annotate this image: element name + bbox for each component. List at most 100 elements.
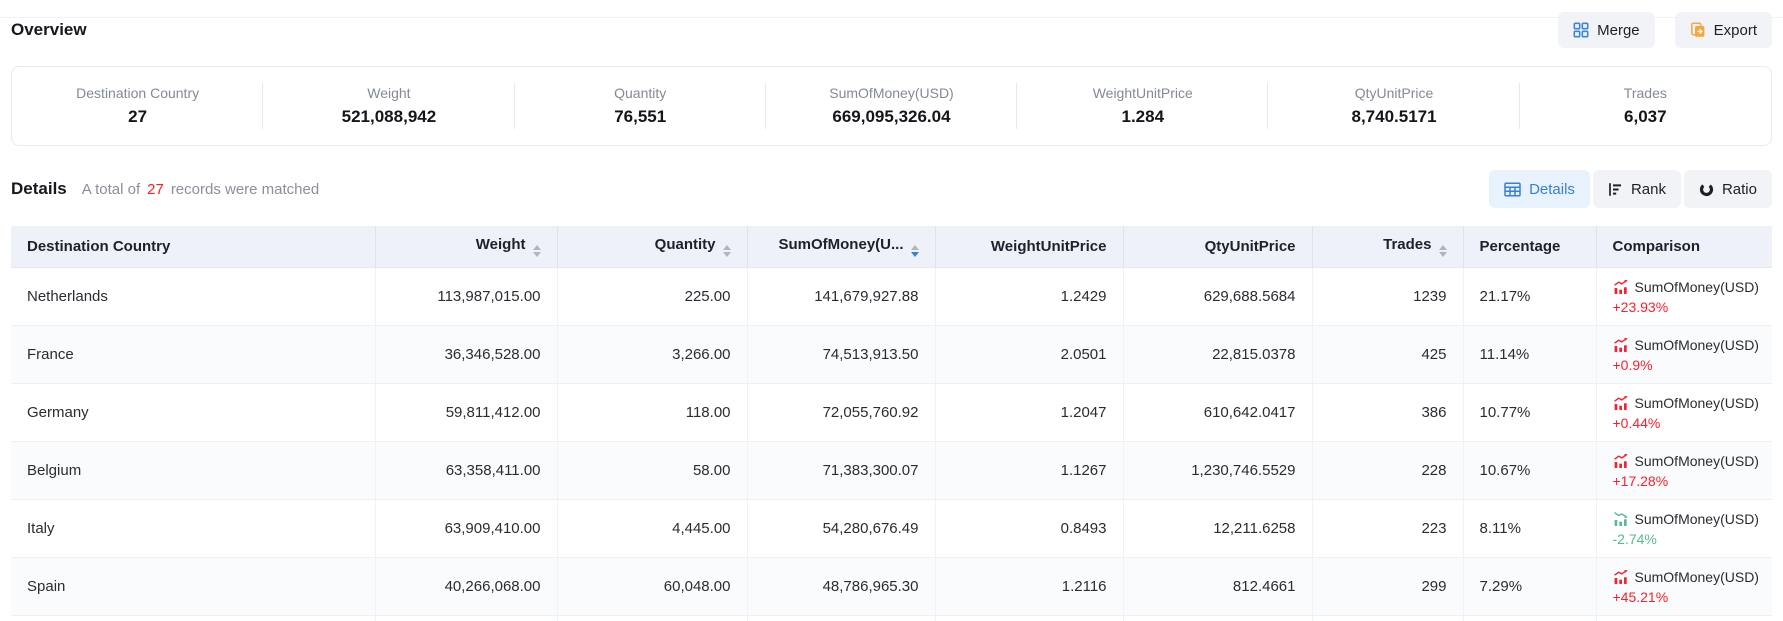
stat-value: 1.284: [1121, 107, 1164, 127]
column-header-percentage: Percentage: [1463, 226, 1596, 268]
cell-percentage: 11.14%: [1463, 326, 1596, 384]
cell-empty: [11, 616, 375, 621]
donut-icon: [1699, 182, 1714, 197]
stat-label: WeightUnitPrice: [1093, 85, 1193, 101]
sort-desc-icon: [1439, 252, 1447, 257]
sort-carets[interactable]: [723, 245, 731, 257]
table-row-partial: [11, 616, 1772, 621]
view-button-ratio[interactable]: Ratio: [1684, 170, 1772, 208]
column-header-label: SumOfMoney(U...: [778, 236, 903, 253]
cell-weight: 63,909,410.00: [375, 500, 557, 558]
comparison-delta: +23.93%: [1613, 299, 1757, 315]
comparison-metric: SumOfMoney(USD): [1635, 279, 1759, 295]
cell-trades: 425: [1312, 326, 1463, 384]
cell-qty-unit-price: 22,815.0378: [1123, 326, 1312, 384]
sort-asc-icon: [533, 245, 541, 250]
overview-stat-qtyunitprice: QtyUnitPrice8,740.5171: [1268, 85, 1519, 127]
column-header-destination-country: Destination Country: [11, 226, 375, 268]
cell-qty-unit-price: 812.4661: [1123, 558, 1312, 616]
cell-quantity: 60,048.00: [557, 558, 747, 616]
column-header-label: Trades: [1383, 236, 1431, 253]
table-row: France36,346,528.003,266.0074,513,913.50…: [11, 326, 1772, 384]
cell-sum-of-money: 71,383,300.07: [747, 442, 935, 500]
rank-bars-icon: [1608, 182, 1623, 197]
merge-icon: [1573, 22, 1589, 38]
stat-value: 521,088,942: [342, 107, 437, 127]
cell-sum-of-money: 74,513,913.50: [747, 326, 935, 384]
column-header-label: Quantity: [655, 236, 716, 253]
sort-asc-icon: [911, 245, 919, 250]
cell-quantity: 225.00: [557, 268, 747, 326]
overview-stat-weightunitprice: WeightUnitPrice 1.284: [1017, 85, 1268, 127]
stat-value: 27: [128, 107, 147, 127]
column-header-label: Comparison: [1613, 238, 1701, 255]
export-icon: [1690, 22, 1706, 38]
overview-title: Overview: [11, 20, 87, 40]
sort-desc-icon: [723, 252, 731, 257]
cell-weight-unit-price: 1.2429: [935, 268, 1123, 326]
column-header-quantity[interactable]: Quantity: [557, 226, 747, 268]
stat-label: Quantity: [614, 85, 666, 101]
table-row: Netherlands113,987,015.00225.00141,679,9…: [11, 268, 1772, 326]
cell-percentage: 8.11%: [1463, 500, 1596, 558]
cell-weight-unit-price: 1.2116: [935, 558, 1123, 616]
sort-asc-icon: [723, 245, 731, 250]
cell-comparison: SumOfMoney(USD) -2.74%: [1596, 500, 1772, 558]
comparison-metric: SumOfMoney(USD): [1635, 337, 1759, 353]
sort-carets[interactable]: [1439, 245, 1447, 257]
table-row: Belgium63,358,411.0058.0071,383,300.071.…: [11, 442, 1772, 500]
cell-weight: 113,987,015.00: [375, 268, 557, 326]
comparison-delta: -2.74%: [1613, 531, 1757, 547]
view-button-details[interactable]: Details: [1489, 170, 1590, 208]
column-header-sum-of-money[interactable]: SumOfMoney(U...: [747, 226, 935, 268]
cell-quantity: 118.00: [557, 384, 747, 442]
cell-trades: 228: [1312, 442, 1463, 500]
cell-sum-of-money: 54,280,676.49: [747, 500, 935, 558]
view-button-rank[interactable]: Rank: [1593, 170, 1681, 208]
comparison-delta: +0.44%: [1613, 415, 1757, 431]
column-header-weight-unit-price: WeightUnitPrice: [935, 226, 1123, 268]
view-button-label: Ratio: [1722, 181, 1757, 198]
cell-comparison: SumOfMoney(USD) +0.9%: [1596, 326, 1772, 384]
cell-quantity: 58.00: [557, 442, 747, 500]
column-header-comparison: Comparison: [1596, 226, 1772, 268]
sort-carets[interactable]: [533, 245, 541, 257]
summary-count: 27: [147, 181, 164, 198]
comparison-metric: SumOfMoney(USD): [1635, 511, 1759, 527]
column-header-trades[interactable]: Trades: [1312, 226, 1463, 268]
cell-trades: 1239: [1312, 268, 1463, 326]
cell-percentage: 21.17%: [1463, 268, 1596, 326]
cell-empty: [1596, 616, 1772, 621]
records-summary: A total of27records were matched: [82, 181, 319, 198]
details-table: Destination CountryWeight Quantity SumOfMo…: [11, 226, 1772, 621]
cell-comparison: SumOfMoney(USD) +0.44%: [1596, 384, 1772, 442]
details-header: Details A total of27records were matched…: [11, 170, 1772, 208]
stat-label: QtyUnitPrice: [1355, 85, 1434, 101]
cell-sum-of-money: 72,055,760.92: [747, 384, 935, 442]
stat-label: Destination Country: [76, 85, 199, 101]
table-icon: [1504, 182, 1521, 197]
table-row: Italy63,909,410.004,445.0054,280,676.490…: [11, 500, 1772, 558]
cell-trades: 299: [1312, 558, 1463, 616]
overview-stat-sumofmoney-usd-: SumOfMoney(USD)669,095,326.04: [766, 85, 1017, 127]
sort-carets[interactable]: [911, 245, 919, 257]
column-header-weight[interactable]: Weight: [375, 226, 557, 268]
cell-destination-country: Spain: [11, 558, 375, 616]
cell-destination-country: Germany: [11, 384, 375, 442]
trend-chart-icon: [1613, 511, 1629, 527]
top-divider: [0, 17, 1783, 18]
cell-empty: [935, 616, 1123, 621]
stat-label: SumOfMoney(USD): [829, 85, 953, 101]
page: Overview Merge Export Destination Countr…: [0, 12, 1783, 621]
cell-sum-of-money: 48,786,965.30: [747, 558, 935, 616]
view-switcher: DetailsRank Ratio: [1489, 170, 1772, 208]
comparison-delta: +45.21%: [1613, 589, 1757, 605]
cell-comparison: SumOfMoney(USD)+17.28%: [1596, 442, 1772, 500]
overview-stat-trades: Trades6,037: [1520, 85, 1771, 127]
cell-qty-unit-price: 12,211.6258: [1123, 500, 1312, 558]
cell-percentage: 10.77%: [1463, 384, 1596, 442]
cell-empty: [747, 616, 935, 621]
comparison-delta: +0.9%: [1613, 357, 1757, 373]
comparison-metric: SumOfMoney(USD): [1635, 395, 1759, 411]
cell-percentage: 10.67%: [1463, 442, 1596, 500]
